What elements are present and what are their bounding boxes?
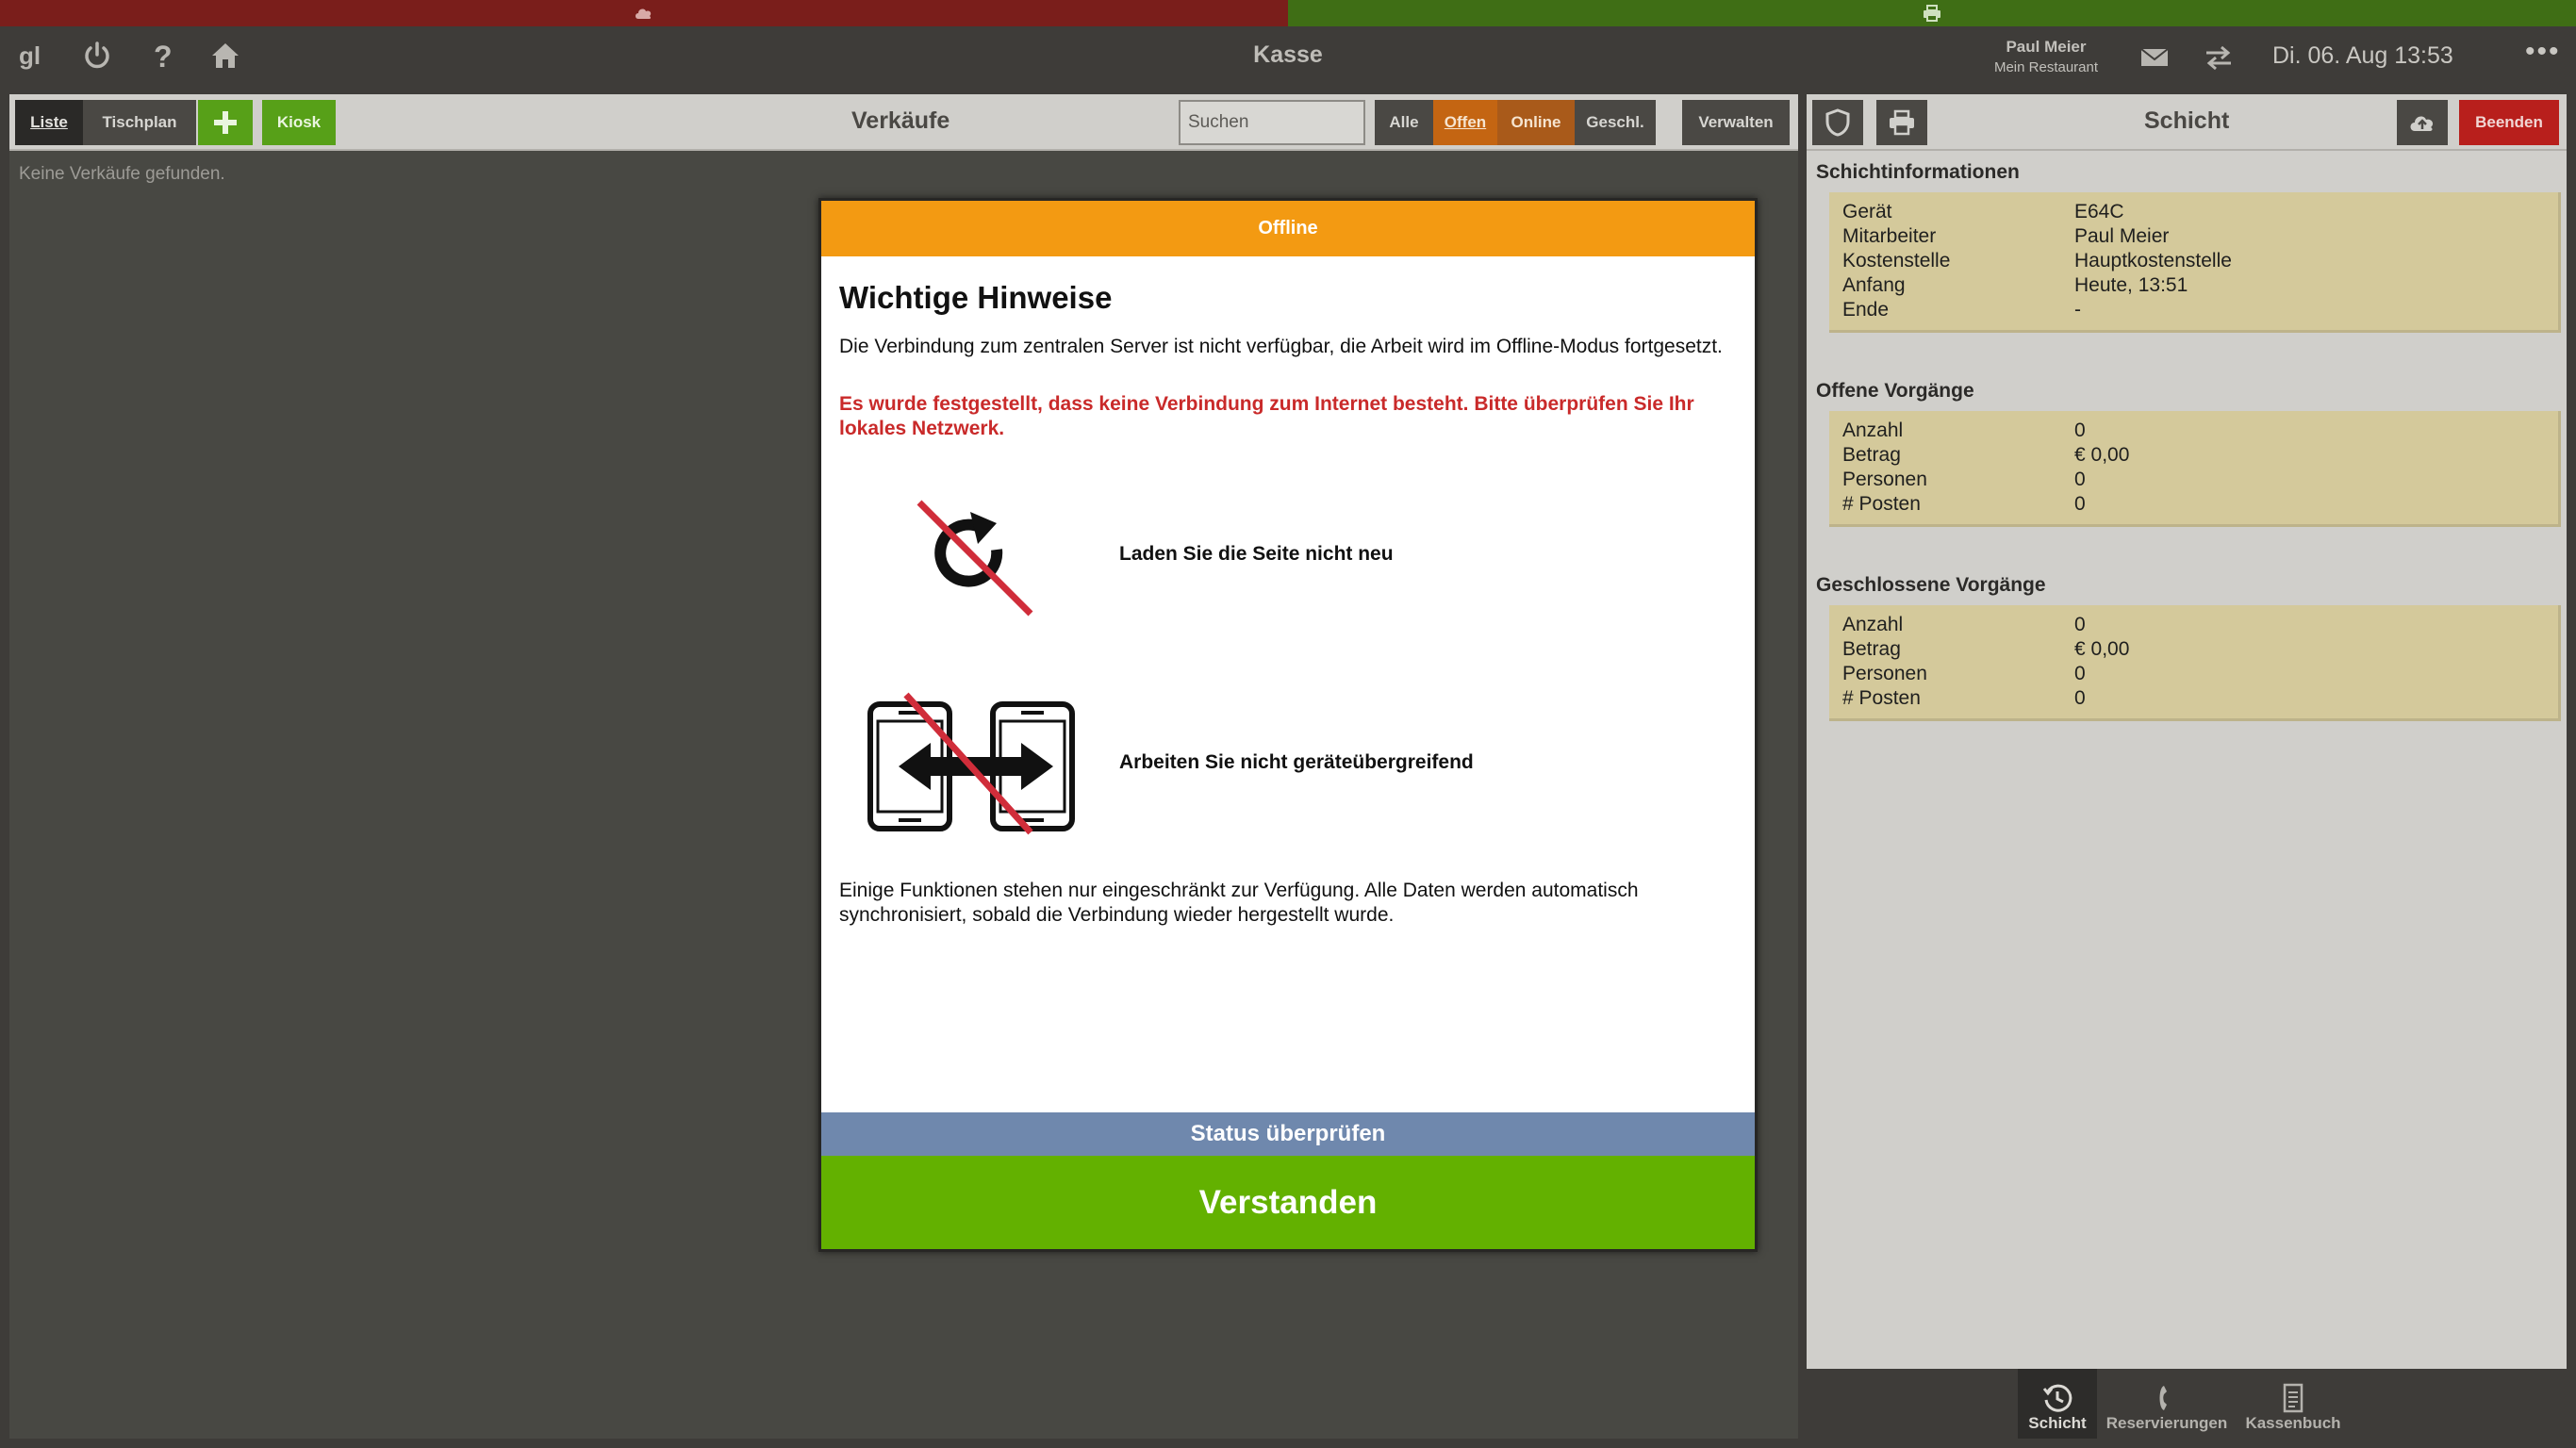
server-status-bar[interactable] <box>0 0 1288 26</box>
mail-icon[interactable] <box>2138 41 2171 74</box>
dialog-intro: Die Verbindung zum zentralen Server ist … <box>839 336 1723 357</box>
dialog-warning: Es wurde festgestellt, dass keine Verbin… <box>839 393 1694 439</box>
page-title: Kasse <box>1253 41 1323 68</box>
closed-transactions-title: Geschlossene Vorgänge <box>1816 574 2046 596</box>
plus-icon <box>214 111 237 134</box>
sales-toolbar: Liste Tischplan Kiosk Verkäufe Alle Offe… <box>9 94 1798 151</box>
info-row: Betrag € 0,00 <box>1842 638 2130 660</box>
closed-transactions-box: Anzahl 0 Betrag € 0,00 Personen 0 # Posten 0 <box>1829 605 2561 721</box>
cloud-icon <box>636 8 652 19</box>
filter-online[interactable]: Online <box>1497 100 1575 145</box>
printer-status-bar[interactable] <box>1288 0 2576 26</box>
shield-icon <box>1825 108 1850 137</box>
info-row: # Posten 0 <box>1842 493 2086 515</box>
filter-open[interactable]: Offen <box>1433 100 1497 145</box>
user-info[interactable]: Paul Meier Mein Restaurant <box>1971 38 2122 75</box>
info-row: Anzahl 0 <box>1842 420 2086 441</box>
user-name: Paul Meier <box>2006 38 2087 56</box>
filter-closed[interactable]: Geschl. <box>1575 100 1656 145</box>
info-row: Betrag € 0,00 <box>1842 444 2130 466</box>
info-row: Anzahl 0 <box>1842 614 2086 635</box>
add-sale-button[interactable] <box>198 100 253 145</box>
history-icon <box>2042 1384 2072 1412</box>
shift-info-title: Schichtinformationen <box>1816 161 2020 183</box>
cloud-upload-button[interactable] <box>2397 100 2448 145</box>
info-row: Kostenstelle Hauptkostenstelle <box>1842 250 2232 272</box>
power-icon[interactable] <box>81 40 113 72</box>
phone-icon <box>2159 1386 2167 1410</box>
nav-reservations[interactable]: Reservierungen <box>2101 1369 2233 1439</box>
offline-dialog: Offline Wichtige Hinweise Die Verbindung… <box>818 198 1758 1252</box>
dialog-title: Wichtige Hinweise <box>839 280 1113 315</box>
print-icon <box>1890 109 1914 136</box>
sales-title: Verkäufe <box>851 107 950 134</box>
shift-panel: Schicht Beenden Schichtinformationen Ger… <box>1807 94 2567 1369</box>
open-transactions-title: Offene Vorgänge <box>1816 380 1974 402</box>
printer-icon <box>1924 5 1940 22</box>
logo-icon[interactable]: gl <box>17 40 49 72</box>
nav-reservations-label: Reservierungen <box>2105 1414 2228 1432</box>
bottom-nav: Schicht Reservierungen Kassenbuch <box>1807 1369 2567 1439</box>
manage-button[interactable]: Verwalten <box>1682 100 1790 145</box>
nav-cashbook[interactable]: Kassenbuch <box>2237 1369 2350 1439</box>
info-row: # Posten 0 <box>1842 687 2086 709</box>
hint-no-reload: Laden Sie die Seite nicht neu <box>1119 543 1394 565</box>
more-menu-button[interactable]: ••• <box>2525 36 2561 68</box>
empty-state: Keine Verkäufe gefunden. <box>19 164 225 184</box>
dialog-footer-text: Einige Funktionen stehen nur eingeschrän… <box>839 880 1639 926</box>
info-row: Gerät E64C <box>1842 201 2124 222</box>
filter-all[interactable]: Alle <box>1375 100 1433 145</box>
sync-arrows-icon[interactable] <box>2203 41 2235 74</box>
no-reload-icon <box>916 500 1033 617</box>
tab-list[interactable]: Liste <box>15 100 83 145</box>
understood-button[interactable]: Verstanden <box>821 1156 1755 1249</box>
shift-info-box: Gerät E64C Mitarbeiter Paul Meier Kostenst… <box>1829 192 2561 333</box>
date-time: Di. 06. Aug 13:53 <box>2272 42 2453 69</box>
hint-no-multi-device: Arbeiten Sie nicht geräteübergreifend <box>1119 751 1474 773</box>
end-shift-button[interactable]: Beenden <box>2459 100 2559 145</box>
restaurant-name: Mein Restaurant <box>1993 59 2099 75</box>
tab-table-plan[interactable]: Tischplan <box>83 100 196 145</box>
nav-cashbook-label: Kassenbuch <box>2245 1414 2341 1432</box>
svg-text:gl: gl <box>19 41 41 70</box>
document-icon <box>2283 1383 2304 1413</box>
info-row: Anfang Heute, 13:51 <box>1842 274 2188 296</box>
home-icon[interactable] <box>209 40 241 72</box>
check-status-button[interactable]: Status überprüfen <box>821 1112 1755 1156</box>
top-bar: gl ? Kasse Paul Meier Mein Restaurant Di… <box>0 26 2576 85</box>
connection-status-strip <box>0 0 2576 26</box>
help-icon[interactable]: ? <box>145 40 177 72</box>
shift-title: Schicht <box>2144 107 2230 134</box>
no-multi-device-icon <box>867 692 1075 835</box>
nav-shift-label: Schicht <box>2028 1414 2087 1432</box>
search-input[interactable] <box>1179 100 1365 145</box>
info-row: Personen 0 <box>1842 663 2086 684</box>
nav-shift[interactable]: Schicht <box>2018 1369 2097 1439</box>
dialog-header: Offline <box>821 201 1755 256</box>
cloud-upload-icon <box>2410 116 2434 131</box>
info-row: Ende - <box>1842 299 2081 321</box>
svg-text:?: ? <box>154 40 173 72</box>
shift-toolbar: Schicht Beenden <box>1807 94 2567 151</box>
info-row: Personen 0 <box>1842 469 2086 490</box>
print-button[interactable] <box>1876 100 1927 145</box>
kiosk-button[interactable]: Kiosk <box>262 100 336 145</box>
info-row: Mitarbeiter Paul Meier <box>1842 225 2170 247</box>
open-transactions-box: Anzahl 0 Betrag € 0,00 Personen 0 # Posten 0 <box>1829 411 2561 527</box>
shield-button[interactable] <box>1812 100 1863 145</box>
